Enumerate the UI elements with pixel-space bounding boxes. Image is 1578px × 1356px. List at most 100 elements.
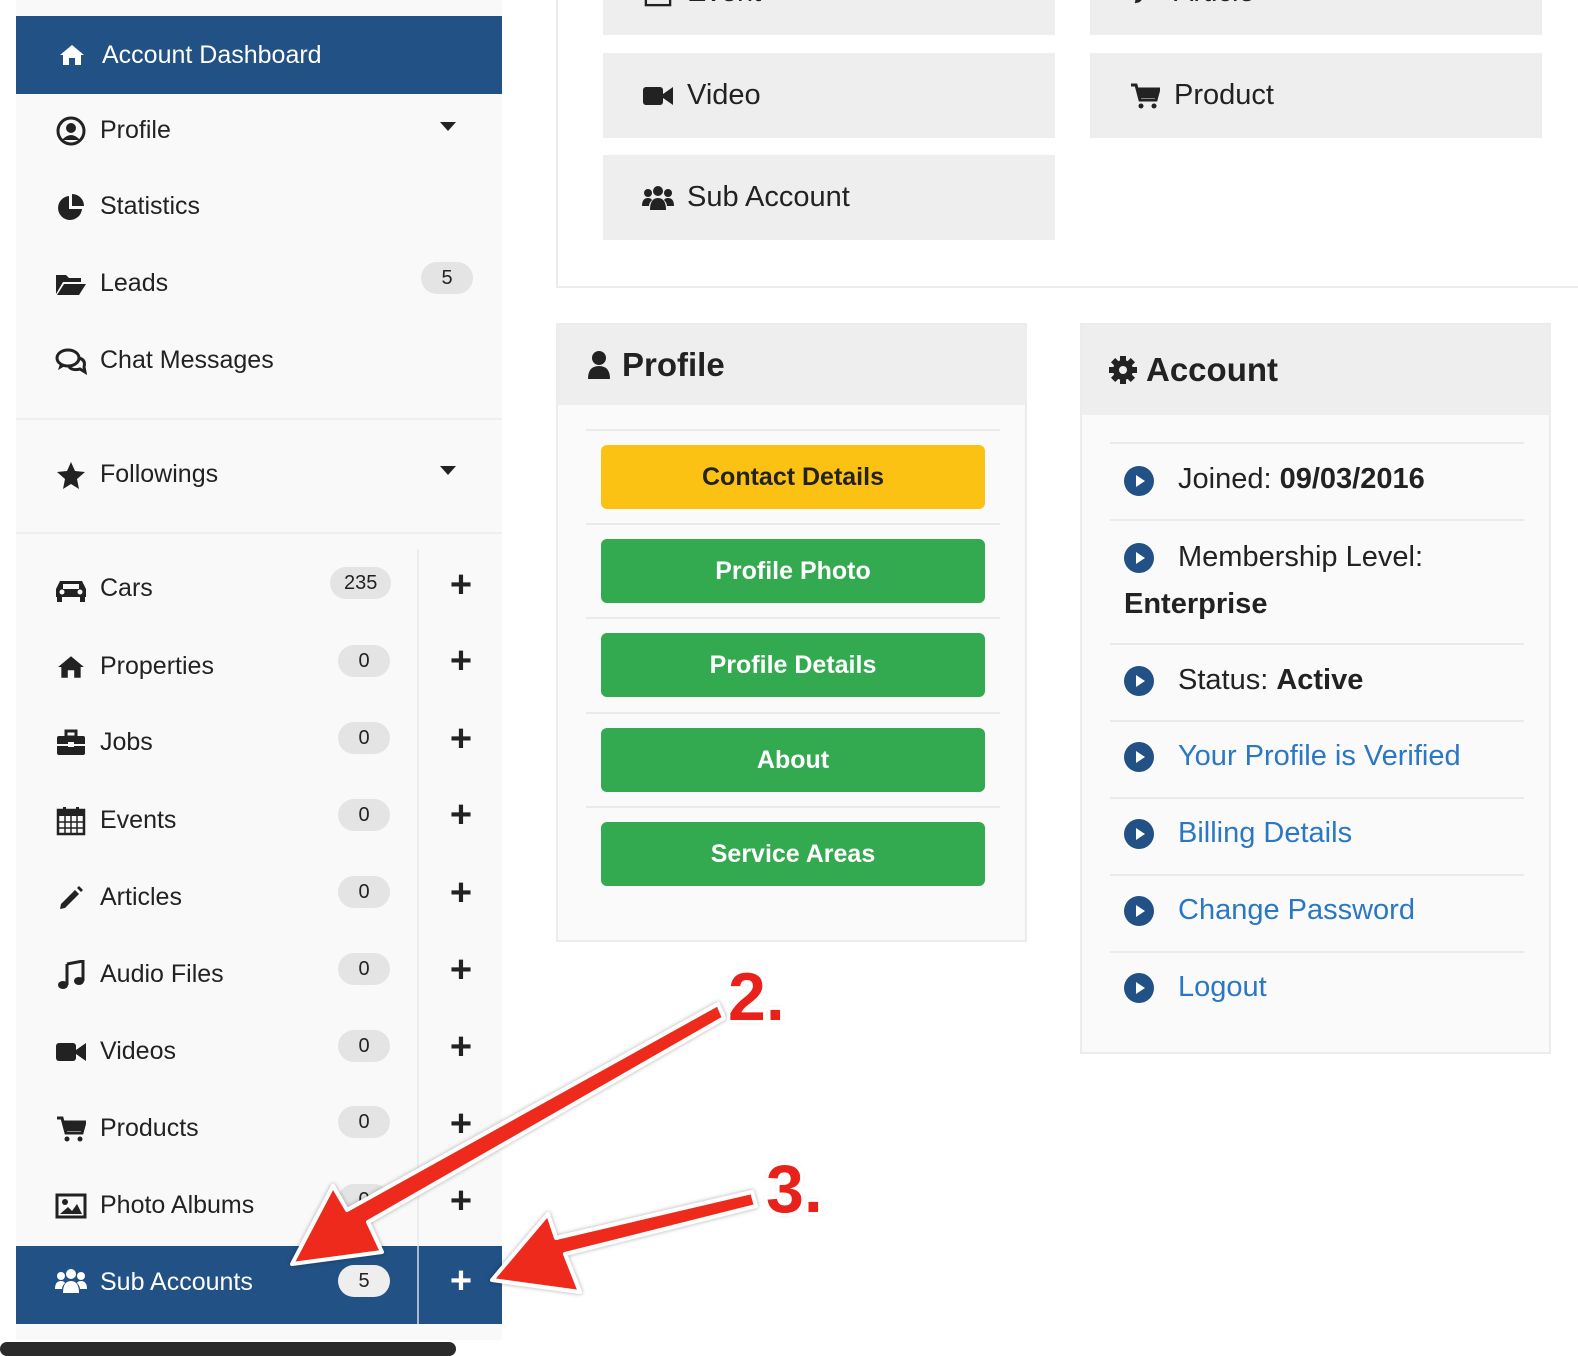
play-circle-icon [1124,543,1154,573]
pencil-icon [1128,0,1162,8]
sidebar-item-label: Sub Accounts [100,1268,253,1296]
change-password-row: Change Password [1110,874,1524,951]
sidebar-item-chat-messages[interactable]: Chat Messages [16,322,502,399]
add-article-quick-button[interactable]: Article [1090,0,1542,35]
home-icon [54,650,88,684]
add-audio-file-button[interactable]: + [444,951,478,989]
user-circle-icon [54,114,88,148]
sidebar-item-profile[interactable]: Profile [16,92,502,169]
user-icon [584,348,614,382]
add-car-button[interactable]: + [444,566,478,604]
sidebar-item-label: Account Dashboard [102,40,322,69]
add-article-button[interactable]: + [444,874,478,912]
sidebar-item-sub-accounts[interactable]: Sub Accounts 5 + [16,1246,502,1324]
divider [16,418,502,420]
events-count-badge: 0 [338,799,390,831]
plus-column-divider [417,550,419,1246]
joined-value: 09/03/2016 [1279,463,1425,495]
users-icon [54,1264,88,1298]
users-icon [641,183,675,213]
sidebar-item-statistics[interactable]: Statistics [16,168,502,245]
play-circle-icon [1124,742,1154,772]
divider [16,532,502,534]
add-video-button[interactable]: + [444,1028,478,1066]
horizontal-scrollbar[interactable] [0,1342,456,1356]
add-product-button[interactable]: + [444,1105,478,1143]
add-job-button[interactable]: + [444,720,478,758]
quick-button-label: Article [1174,0,1255,9]
briefcase-icon [54,726,88,760]
leads-count-badge: 5 [421,262,473,294]
quick-button-label: Event [687,0,761,9]
profile-panel-header: Profile [558,325,1025,405]
play-circle-icon [1124,819,1154,849]
contact-details-button[interactable]: Contact Details [601,445,985,509]
membership-row: Membership Level: Enterprise [1110,519,1524,643]
chevron-down-icon[interactable] [440,122,456,131]
gear-icon [1108,353,1138,387]
sidebar-item-label: Chat Messages [100,346,274,374]
add-product-quick-button[interactable]: Product [1090,53,1542,138]
sidebar-item-label: Jobs [100,728,153,756]
add-sub-account-quick-button[interactable]: Sub Account [603,155,1055,240]
profile-details-button[interactable]: Profile Details [601,633,985,697]
joined-label: Joined: [1178,463,1280,495]
add-event-quick-button[interactable]: Event [603,0,1055,35]
cars-count-badge: 235 [330,567,392,599]
calendar-icon [641,0,675,8]
sidebar-item-label: Events [100,806,177,834]
annotation-step-3: 3. [766,1151,823,1227]
pencil-icon [54,881,88,915]
list-item: Service Areas [586,806,1000,900]
account-panel-header: Account [1082,325,1549,415]
video-camera-icon [54,1035,88,1069]
play-circle-icon [1124,466,1154,496]
list-item: About [586,712,1000,806]
quick-button-label: Sub Account [687,181,850,213]
joined-text: Joined: 09/03/2016 [1178,463,1425,496]
sidebar-item-label: Followings [100,460,219,488]
billing-row: Billing Details [1110,797,1524,874]
sidebar-top-strip [16,0,502,16]
play-circle-icon [1124,666,1154,696]
sidebar-item-label: Products [100,1114,199,1142]
profile-photo-button[interactable]: Profile Photo [601,539,985,603]
annotation-arrow-3 [490,1190,758,1294]
joined-row: Joined: 09/03/2016 [1110,442,1524,519]
list-item: Contact Details [586,429,1000,523]
sidebar-item-label: Profile [100,116,171,144]
add-photo-album-button[interactable]: + [444,1182,478,1220]
sidebar-item-followings[interactable]: Followings [16,436,502,513]
add-sub-account-button[interactable]: + [444,1262,478,1300]
add-event-button[interactable]: + [444,796,478,834]
chevron-down-icon[interactable] [440,466,456,475]
status-value: Active [1276,664,1364,696]
profile-verified-link[interactable]: Your Profile is Verified [1178,740,1461,773]
video-camera-icon [641,81,675,111]
add-property-button[interactable]: + [444,642,478,680]
status-text: Status: Active [1178,664,1363,697]
sidebar-item-label: Leads [100,269,169,297]
membership-value: Enterprise [1124,588,1268,620]
panel-title: Profile [622,346,725,383]
videos-count-badge: 0 [338,1030,390,1062]
sidebar-item-label: Properties [100,652,214,680]
about-button[interactable]: About [601,728,985,792]
calendar-icon [54,804,88,838]
service-areas-button[interactable]: Service Areas [601,822,985,886]
change-password-link[interactable]: Change Password [1178,894,1415,927]
photo-albums-count-badge: 0 [338,1184,390,1216]
account-panel: Account Joined: 09/03/2016 Membership Le… [1080,323,1551,1054]
jobs-count-badge: 0 [338,722,390,754]
sidebar-item-account-dashboard[interactable]: Account Dashboard [16,16,502,94]
billing-details-link[interactable]: Billing Details [1178,817,1352,850]
star-icon [54,458,88,492]
products-count-badge: 0 [338,1106,390,1138]
add-video-quick-button[interactable]: Video [603,53,1055,138]
profile-panel: Profile Contact Details Profile Photo Pr… [556,323,1027,942]
home-icon [56,41,88,69]
quick-add-card: Event Article Video Product Sub Account [556,0,1578,288]
sub-accounts-count-badge: 5 [338,1265,390,1297]
logout-row: Logout [1110,951,1524,1028]
logout-link[interactable]: Logout [1178,971,1267,1004]
